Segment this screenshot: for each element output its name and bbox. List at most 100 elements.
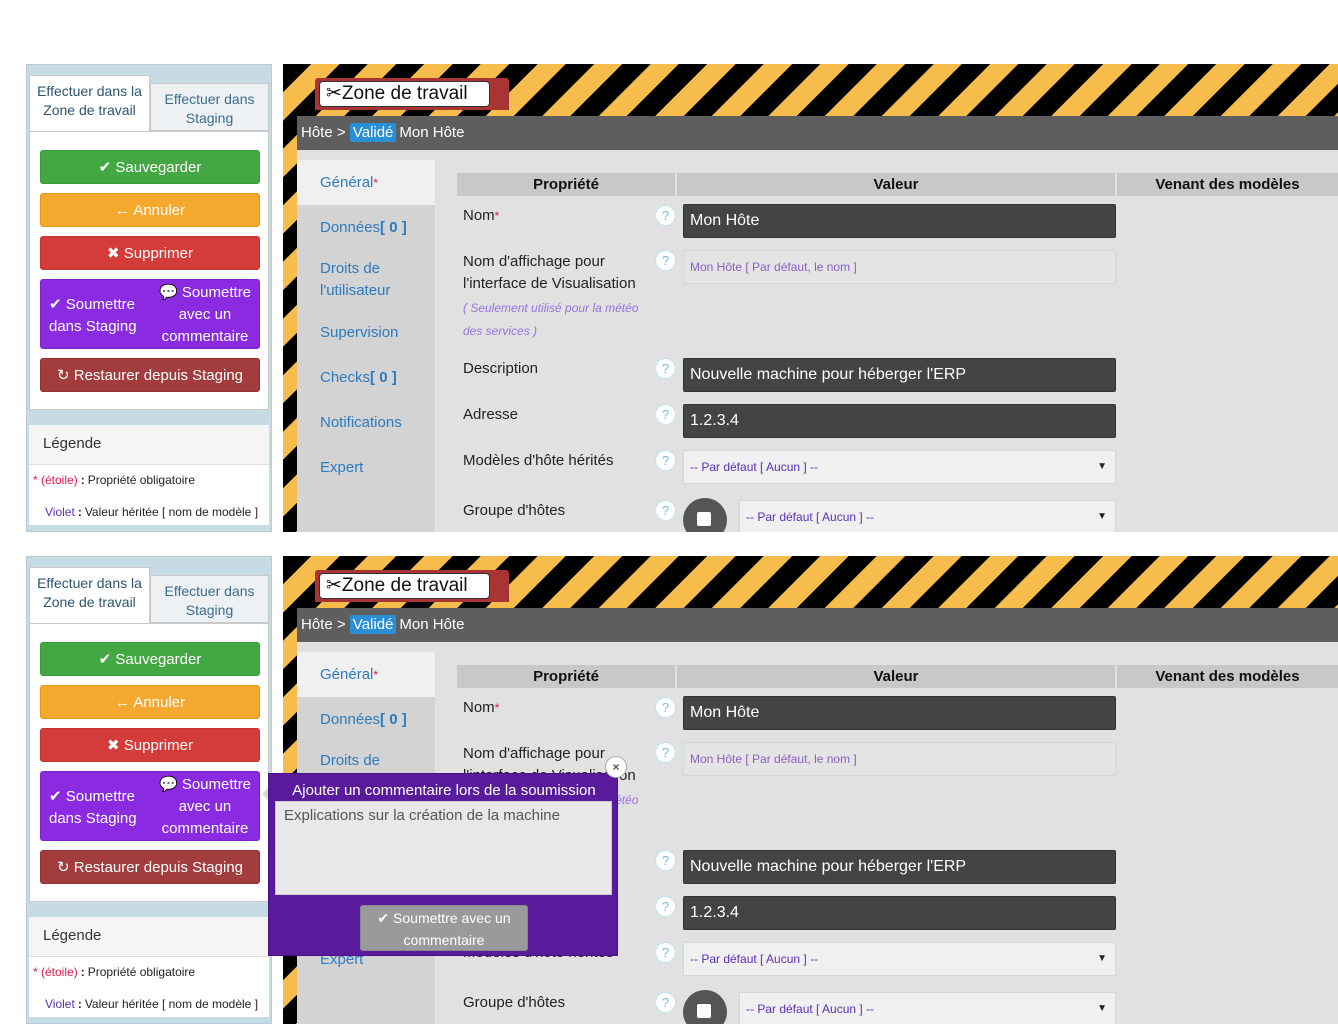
- tab-workspace[interactable]: Effectuer dans la Zone de travail: [29, 75, 150, 131]
- templates-select[interactable]: -- Par défaut [ Aucun ] -- ▼: [683, 942, 1116, 976]
- legend-required-text: Propriété obligatoire: [87, 965, 196, 979]
- nav-notifications[interactable]: Notifications: [297, 400, 435, 445]
- save-label: Sauvegarder: [115, 159, 202, 176]
- group-select[interactable]: -- Par défaut [ Aucun ] -- ▼: [739, 992, 1116, 1024]
- legend-title: Légende: [29, 425, 269, 465]
- cancel-label: Annuler: [133, 694, 186, 711]
- name-field[interactable]: Mon Hôte: [683, 204, 1116, 238]
- comment-icon: 💬: [158, 284, 178, 301]
- nav-data[interactable]: Données[ 0 ]: [297, 205, 435, 250]
- address-field[interactable]: 1.2.3.4: [683, 896, 1116, 930]
- legend-required-mark: * (étoile): [33, 965, 78, 979]
- display-name-field[interactable]: Mon Hôte [ Par défaut, le nom ]: [683, 742, 1116, 776]
- breadcrumb-root[interactable]: Hôte >: [301, 616, 346, 633]
- tools-icon: ✂: [326, 575, 342, 596]
- restore-label: Restaurer depuis Staging: [73, 367, 244, 384]
- group-toggle[interactable]: [683, 498, 727, 532]
- templates-select[interactable]: -- Par défaut [ Aucun ] -- ▼: [683, 450, 1116, 484]
- square-icon: [697, 1004, 711, 1018]
- status-badge: Validé: [349, 615, 397, 634]
- save-button[interactable]: ✔ Sauvegarder: [40, 642, 260, 676]
- group-toggle[interactable]: [683, 990, 727, 1024]
- comment-popover: Ajouter un commentaire lors de la soumis…: [268, 773, 618, 956]
- nav-expert-label: Expert: [320, 459, 364, 476]
- restore-icon: ↻: [56, 367, 70, 384]
- nav-general[interactable]: Général*: [297, 160, 435, 205]
- column-value: Valeur: [677, 173, 1115, 196]
- help-icon[interactable]: ?: [655, 992, 676, 1013]
- tab-staging[interactable]: Effectuer dans Staging: [150, 575, 269, 623]
- display-name-field[interactable]: Mon Hôte [ Par défaut, le nom ]: [683, 250, 1116, 284]
- delete-label: Supprimer: [123, 737, 193, 754]
- actions-box: Effectuer dans la Zone de travail Effect…: [29, 567, 269, 902]
- help-icon[interactable]: ?: [655, 942, 676, 963]
- help-icon[interactable]: ?: [655, 896, 676, 917]
- legend-separator: :: [80, 965, 85, 979]
- nav-data[interactable]: Données[ 0 ]: [297, 697, 435, 742]
- screenshot-frame-2: Effectuer dans la Zone de travail Effect…: [0, 556, 1338, 1024]
- chevron-down-icon: ▼: [1097, 1003, 1107, 1014]
- restore-button[interactable]: ↻ Restaurer depuis Staging: [40, 850, 260, 884]
- submit-button-group: ✔ Soumettre dans Staging 💬 Soumettre ave…: [40, 279, 260, 349]
- nav-data-count: [ 0 ]: [380, 711, 407, 728]
- tab-workspace[interactable]: Effectuer dans la Zone de travail: [29, 567, 150, 623]
- column-models: Venant des modèles: [1117, 665, 1338, 688]
- cancel-button[interactable]: ← Annuler: [40, 685, 260, 719]
- workspace-main: ✂Zone de travail Hôte > Validé Mon Hôte G…: [283, 64, 1338, 532]
- submit-comment-button[interactable]: 💬 Soumettre avec un commentaire: [153, 774, 257, 840]
- help-icon[interactable]: ?: [655, 358, 676, 379]
- delete-button[interactable]: ✖ Supprimer: [40, 236, 260, 270]
- nav-user-rights[interactable]: Droits de l'utilisateur: [297, 250, 417, 310]
- breadcrumb-root[interactable]: Hôte >: [301, 124, 346, 141]
- help-icon[interactable]: ?: [655, 500, 676, 521]
- help-icon[interactable]: ?: [655, 697, 676, 718]
- description-field[interactable]: Nouvelle machine pour héberger l'ERP: [683, 358, 1116, 392]
- legend-inherited-text: Valeur héritée [ nom de modèle ]: [84, 505, 259, 519]
- required-mark: *: [494, 701, 500, 715]
- restore-button[interactable]: ↻ Restaurer depuis Staging: [40, 358, 260, 392]
- popover-submit-button[interactable]: ✔ Soumettre avec un commentaire: [360, 905, 528, 951]
- help-icon[interactable]: ?: [655, 850, 676, 871]
- submit-button-group: ✔ Soumettre dans Staging 💬 Soumettre ave…: [40, 771, 260, 841]
- check-circle-icon: ✔: [49, 788, 62, 805]
- help-icon[interactable]: ?: [655, 205, 676, 226]
- actions-box: Effectuer dans la Zone de travail Effect…: [29, 75, 269, 410]
- nav-general[interactable]: Général*: [297, 652, 435, 697]
- prop-name: Nom*: [463, 205, 499, 227]
- popover-submit-label: Soumettre avec un commentaire: [393, 910, 511, 948]
- help-icon[interactable]: ?: [655, 742, 676, 763]
- submit-comment-button[interactable]: 💬 Soumettre avec un commentaire: [153, 282, 257, 348]
- prop-name: Nom*: [463, 697, 499, 719]
- submit-staging-button[interactable]: ✔ Soumettre dans Staging: [49, 786, 149, 830]
- nav-supervision[interactable]: Supervision: [297, 310, 435, 355]
- prop-description: Description: [463, 360, 539, 377]
- address-field[interactable]: 1.2.3.4: [683, 404, 1116, 438]
- save-label: Sauvegarder: [115, 651, 202, 668]
- close-icon[interactable]: ×: [605, 756, 627, 778]
- help-icon[interactable]: ?: [655, 404, 676, 425]
- tab-staging[interactable]: Effectuer dans Staging: [150, 83, 269, 131]
- check-circle-icon: ✔: [377, 910, 390, 926]
- zone-title: ✂Zone de travail: [319, 81, 490, 107]
- submit-staging-button[interactable]: ✔ Soumettre dans Staging: [49, 294, 149, 338]
- zone-title-text: Zone de travail: [341, 575, 468, 596]
- description-field[interactable]: Nouvelle machine pour héberger l'ERP: [683, 850, 1116, 884]
- cancel-button[interactable]: ← Annuler: [40, 193, 260, 227]
- cancel-label: Annuler: [133, 202, 186, 219]
- legend-required: * (étoile): Propriété obligatoire: [33, 965, 195, 979]
- comment-icon: 💬: [158, 776, 178, 793]
- prop-name-label: Nom: [463, 207, 495, 224]
- zone-title-tab: ✂Zone de travail: [315, 78, 509, 110]
- save-button[interactable]: ✔ Sauvegarder: [40, 150, 260, 184]
- delete-button[interactable]: ✖ Supprimer: [40, 728, 260, 762]
- comment-textarea[interactable]: Explications sur la création de la machi…: [275, 801, 612, 895]
- help-icon[interactable]: ?: [655, 450, 676, 471]
- name-field[interactable]: Mon Hôte: [683, 696, 1116, 730]
- nav-expert[interactable]: Expert: [297, 445, 435, 490]
- cross-icon: ✖: [107, 245, 120, 262]
- group-select[interactable]: -- Par défaut [ Aucun ] -- ▼: [739, 500, 1116, 532]
- nav-checks[interactable]: Checks[ 0 ]: [297, 355, 435, 400]
- help-icon[interactable]: ?: [655, 250, 676, 271]
- zone-title: ✂Zone de travail: [319, 573, 490, 599]
- legend: Légende * (étoile): Propriété obligatoire…: [29, 425, 269, 525]
